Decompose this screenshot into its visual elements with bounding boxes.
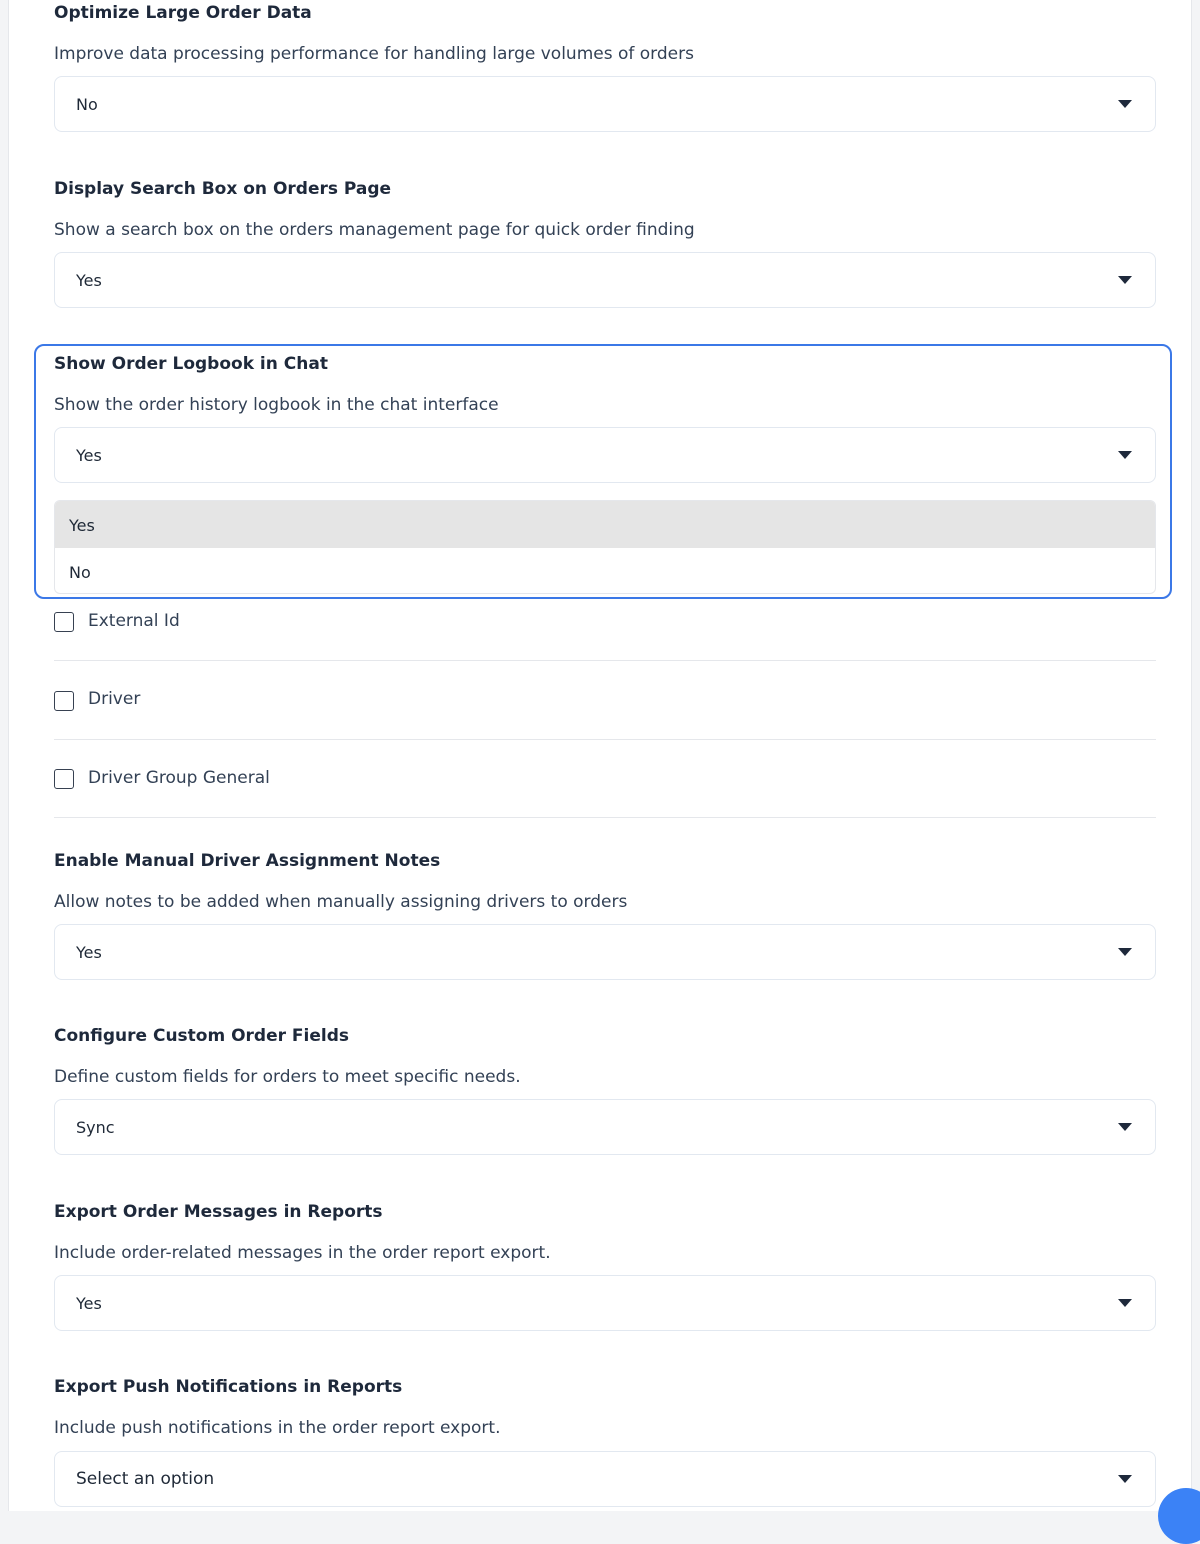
select-placeholder: Select an option xyxy=(76,1469,215,1489)
setting-title-show-order-logbook: Show Order Logbook in Chat xyxy=(54,354,328,374)
select-display-search-box[interactable]: Yes xyxy=(54,252,1156,308)
option-label: No xyxy=(69,563,91,582)
dropdown-menu-show-order-logbook: Yes No xyxy=(54,500,1156,594)
option-label: Yes xyxy=(69,516,95,535)
setting-desc-export-order-messages: Include order-related messages in the or… xyxy=(54,1243,551,1263)
setting-desc-export-push-notifications: Include push notifications in the order … xyxy=(54,1418,501,1438)
divider xyxy=(54,660,1156,661)
checkbox-label: External Id xyxy=(88,611,180,631)
checkbox-row-driver: Driver xyxy=(54,662,1156,740)
select-optimize-large-order-data[interactable]: No xyxy=(54,76,1156,132)
caret-down-icon xyxy=(1118,1299,1132,1307)
checkbox-driver[interactable] xyxy=(54,691,74,711)
setting-title-export-order-messages: Export Order Messages in Reports xyxy=(54,1202,383,1222)
setting-title-optimize-large-order-data: Optimize Large Order Data xyxy=(54,3,312,23)
checkbox-driver-group-general[interactable] xyxy=(54,769,74,789)
setting-desc-custom-order-fields: Define custom fields for orders to meet … xyxy=(54,1067,521,1087)
checkbox-label: Driver Group General xyxy=(88,768,270,788)
caret-down-icon xyxy=(1118,1475,1132,1483)
select-manual-driver-notes[interactable]: Yes xyxy=(54,924,1156,980)
checkbox-external-id[interactable] xyxy=(54,612,74,632)
checkbox-row-external-id: External Id xyxy=(54,583,1156,661)
dropdown-option-yes[interactable]: Yes xyxy=(55,501,1155,548)
setting-desc-display-search-box: Show a search box on the orders manageme… xyxy=(54,220,695,240)
caret-down-icon xyxy=(1118,1123,1132,1131)
chat-widget-button[interactable] xyxy=(1158,1488,1200,1544)
caret-down-icon xyxy=(1118,100,1132,108)
select-export-push-notifications[interactable]: Select an option xyxy=(54,1451,1156,1507)
select-show-order-logbook[interactable]: Yes xyxy=(54,427,1156,483)
select-value: Yes xyxy=(76,271,102,290)
divider xyxy=(54,817,1156,818)
setting-title-manual-driver-notes: Enable Manual Driver Assignment Notes xyxy=(54,851,441,871)
setting-title-custom-order-fields: Configure Custom Order Fields xyxy=(54,1026,350,1046)
select-export-order-messages[interactable]: Yes xyxy=(54,1275,1156,1331)
setting-desc-show-order-logbook: Show the order history logbook in the ch… xyxy=(54,395,499,415)
setting-desc-optimize-large-order-data: Improve data processing performance for … xyxy=(54,44,694,64)
caret-down-icon xyxy=(1118,948,1132,956)
caret-down-icon xyxy=(1118,276,1132,284)
setting-title-export-push-notifications: Export Push Notifications in Reports xyxy=(54,1377,403,1397)
select-value: Yes xyxy=(76,446,102,465)
select-value: Yes xyxy=(76,943,102,962)
select-value: No xyxy=(76,95,98,114)
select-value: Yes xyxy=(76,1294,102,1313)
select-value: Sync xyxy=(76,1118,115,1137)
divider xyxy=(54,739,1156,740)
checkbox-row-driver-group-general: Driver Group General xyxy=(54,741,1156,819)
checkbox-label: Driver xyxy=(88,689,141,709)
setting-title-display-search-box: Display Search Box on Orders Page xyxy=(54,179,392,199)
caret-down-icon xyxy=(1118,451,1132,459)
setting-desc-manual-driver-notes: Allow notes to be added when manually as… xyxy=(54,892,628,912)
select-custom-order-fields[interactable]: Sync xyxy=(54,1099,1156,1155)
